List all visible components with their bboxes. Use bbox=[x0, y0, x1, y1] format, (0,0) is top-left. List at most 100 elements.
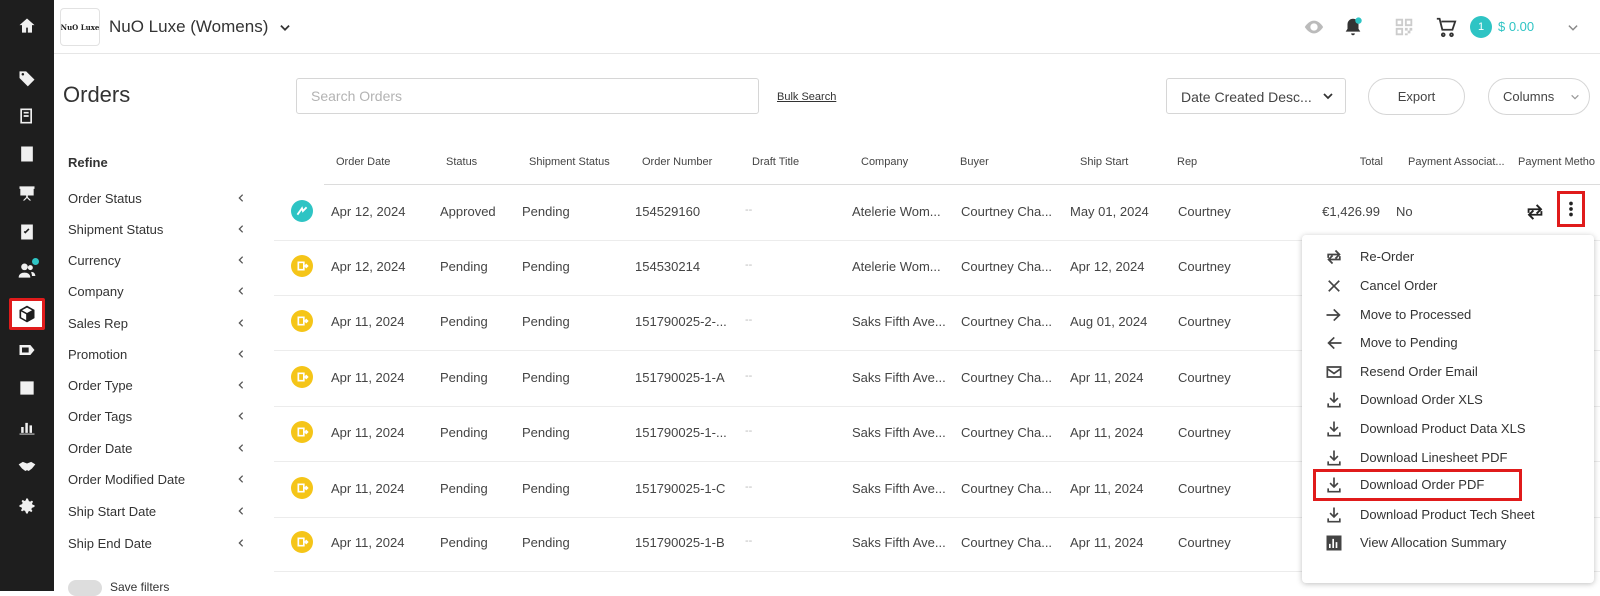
bell-icon[interactable] bbox=[1342, 16, 1364, 38]
filter-label: Currency bbox=[68, 253, 121, 268]
reorder-icon bbox=[1327, 249, 1341, 265]
menu-item-download-order-xls[interactable]: Download Order XLS bbox=[1302, 386, 1594, 412]
filter-currency[interactable]: Currency bbox=[68, 253, 246, 268]
settings-icon[interactable] bbox=[9, 490, 45, 522]
chevron-down-icon[interactable] bbox=[278, 21, 292, 35]
cell-draft: -- bbox=[745, 370, 753, 382]
menu-item-move-to-pending[interactable]: Move to Pending bbox=[1302, 329, 1594, 355]
menu-item-download-linesheet-pdf[interactable]: Download Linesheet PDF bbox=[1302, 444, 1594, 470]
cell-ship: Apr 11, 2024 bbox=[1070, 481, 1144, 496]
cart-icon[interactable] bbox=[1435, 16, 1457, 38]
column-header[interactable]: Payment Associat... bbox=[1408, 156, 1505, 168]
menu-item-re-order[interactable]: Re-Order bbox=[1302, 243, 1594, 269]
column-header[interactable]: Draft Title bbox=[752, 156, 799, 168]
partners-icon[interactable] bbox=[9, 450, 45, 482]
cell-number: 151790025-1-C bbox=[635, 481, 726, 496]
menu-item-download-product-data-xls[interactable]: Download Product Data XLS bbox=[1302, 415, 1594, 441]
filter-label: Promotion bbox=[68, 347, 128, 362]
column-header[interactable]: Ship Start bbox=[1080, 156, 1128, 168]
filter-order-status[interactable]: Order Status bbox=[68, 191, 246, 206]
menu-item-move-to-processed[interactable]: Move to Processed bbox=[1302, 301, 1594, 327]
cell-shipment: Pending bbox=[522, 481, 570, 496]
cell-rep: Courtney bbox=[1178, 425, 1231, 440]
cell-company: Saks Fifth Ave... bbox=[852, 481, 946, 496]
customers-icon[interactable] bbox=[9, 255, 45, 287]
cell-status: Pending bbox=[440, 481, 488, 496]
filter-label: Ship End Date bbox=[68, 536, 152, 551]
column-header[interactable]: Rep bbox=[1177, 156, 1197, 168]
chevron-left-icon bbox=[238, 256, 244, 264]
cart-count-badge: 1 bbox=[1470, 16, 1492, 38]
cell-rep: Courtney bbox=[1178, 481, 1231, 496]
filter-ship-start-date[interactable]: Ship Start Date bbox=[68, 504, 246, 519]
linesheet-icon[interactable] bbox=[9, 138, 45, 170]
filter-order-modified-date[interactable]: Order Modified Date bbox=[68, 472, 246, 487]
chevron-left-icon bbox=[238, 381, 244, 389]
sort-select[interactable]: Date Created Desc... bbox=[1166, 78, 1346, 114]
arrow-left-icon bbox=[1327, 336, 1342, 350]
download-icon bbox=[1327, 450, 1341, 466]
cell-buyer: Courtney Cha... bbox=[961, 535, 1053, 550]
checklist-icon[interactable] bbox=[9, 216, 45, 248]
filter-ship-end-date[interactable]: Ship End Date bbox=[68, 536, 246, 551]
column-header[interactable]: Shipment Status bbox=[529, 156, 610, 168]
filter-company[interactable]: Company bbox=[68, 284, 246, 299]
cell-status: Pending bbox=[440, 425, 488, 440]
cell-draft: -- bbox=[745, 481, 753, 493]
column-header[interactable]: Status bbox=[446, 156, 477, 168]
row-actions-menu: Re-Order Cancel Order Move to Processed Mov… bbox=[1302, 235, 1594, 583]
menu-item-download-product-tech-sheet[interactable]: Download Product Tech Sheet bbox=[1302, 501, 1594, 527]
cart-amount[interactable]: $ 0.00 bbox=[1498, 19, 1534, 34]
media-icon[interactable] bbox=[9, 372, 45, 404]
promotions-icon[interactable] bbox=[9, 334, 45, 366]
home-icon[interactable] bbox=[9, 10, 45, 42]
chevron-left-icon bbox=[238, 194, 244, 202]
account-chevron-icon[interactable] bbox=[1566, 21, 1580, 35]
menu-item-download-order-pdf[interactable]: Download Order PDF bbox=[1313, 469, 1522, 501]
qr-code-icon[interactable] bbox=[1393, 16, 1415, 38]
reorder-icon[interactable] bbox=[1524, 201, 1546, 223]
catalog-icon[interactable] bbox=[9, 100, 45, 132]
filter-label: Sales Rep bbox=[68, 316, 128, 331]
cell-number: 151790025-1-A bbox=[635, 370, 725, 385]
mail-icon bbox=[1326, 366, 1342, 378]
top-bar: NuO Luxe NuO Luxe (Womens) bbox=[54, 0, 1600, 54]
cell-rep: Courtney bbox=[1178, 535, 1231, 550]
filter-sales-rep[interactable]: Sales Rep bbox=[68, 316, 246, 331]
column-header[interactable]: Payment Metho bbox=[1518, 156, 1600, 168]
bulk-search-link[interactable]: Bulk Search bbox=[777, 91, 836, 103]
search-input[interactable] bbox=[296, 78, 759, 114]
tag-icon[interactable] bbox=[9, 62, 45, 94]
left-nav-rail bbox=[0, 0, 54, 591]
download-icon bbox=[1327, 477, 1341, 493]
cell-buyer: Courtney Cha... bbox=[961, 481, 1053, 496]
reports-icon[interactable] bbox=[9, 411, 45, 443]
column-header[interactable]: Order Date bbox=[336, 156, 390, 168]
eye-icon[interactable] bbox=[1303, 16, 1325, 38]
column-header[interactable]: Buyer bbox=[960, 156, 989, 168]
filter-shipment-status[interactable]: Shipment Status bbox=[68, 222, 246, 237]
brand-name[interactable]: NuO Luxe (Womens) bbox=[109, 17, 268, 37]
cell-shipment: Pending bbox=[522, 259, 570, 274]
filter-order-tags[interactable]: Order Tags bbox=[68, 409, 246, 424]
menu-item-label: Download Order PDF bbox=[1360, 477, 1485, 492]
cell-shipment: Pending bbox=[522, 535, 570, 550]
orders-icon[interactable] bbox=[9, 298, 45, 330]
column-header[interactable]: Total bbox=[1331, 156, 1383, 168]
cell-status: Pending bbox=[440, 259, 488, 274]
column-header[interactable]: Order Number bbox=[642, 156, 712, 168]
row-actions-kebab-button[interactable] bbox=[1557, 191, 1585, 227]
filter-order-type[interactable]: Order Type bbox=[68, 378, 246, 393]
column-header[interactable]: Company bbox=[861, 156, 908, 168]
export-button[interactable]: Export bbox=[1368, 78, 1465, 115]
filter-order-date[interactable]: Order Date bbox=[68, 441, 246, 456]
filter-promotion[interactable]: Promotion bbox=[68, 347, 246, 362]
menu-item-view-allocation-summary[interactable]: View Allocation Summary bbox=[1302, 529, 1594, 555]
menu-item-resend-order-email[interactable]: Resend Order Email bbox=[1302, 358, 1594, 384]
presentation-icon[interactable] bbox=[9, 177, 45, 209]
save-filters-toggle[interactable] bbox=[68, 580, 102, 596]
menu-item-cancel-order[interactable]: Cancel Order bbox=[1302, 272, 1594, 298]
cell-ship: Apr 11, 2024 bbox=[1070, 425, 1144, 440]
chevron-left-icon bbox=[238, 319, 244, 327]
cell-status: Pending bbox=[440, 370, 488, 385]
